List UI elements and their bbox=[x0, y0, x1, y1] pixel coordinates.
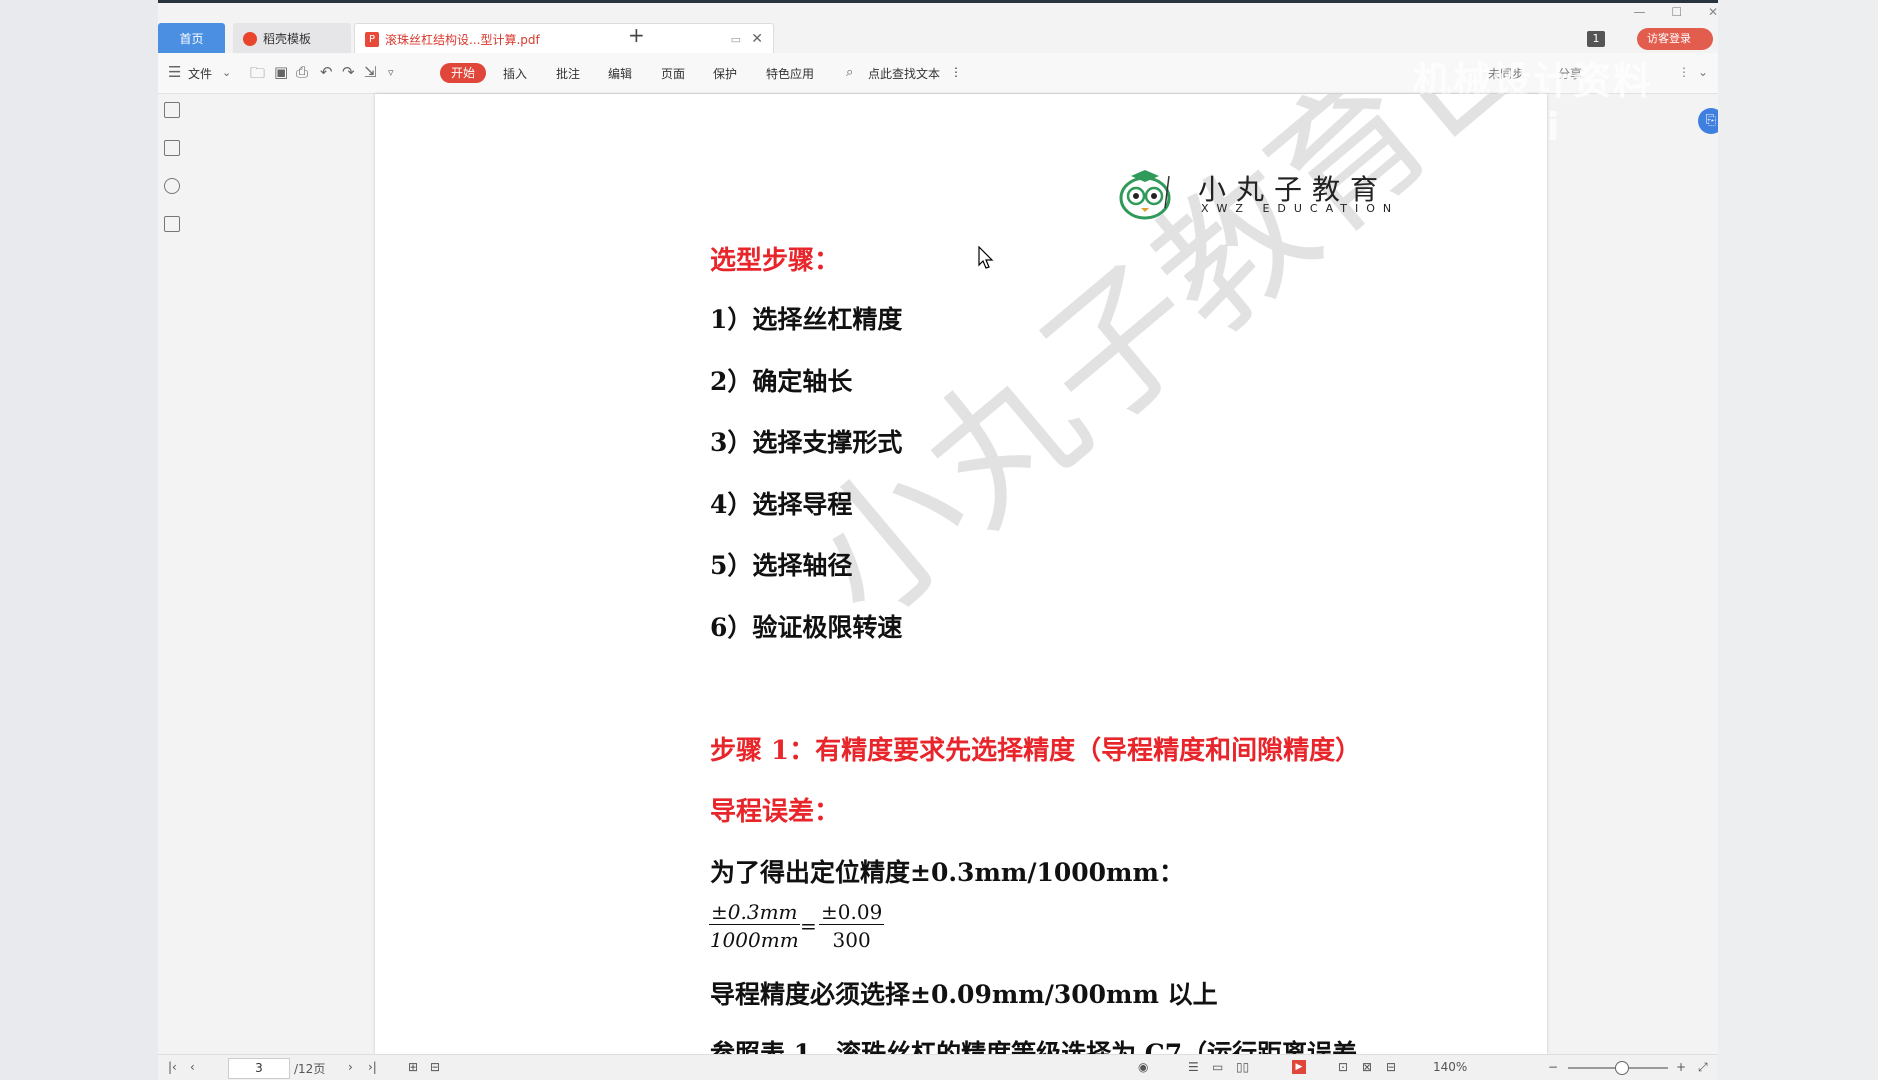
fraction-left-denominator: 1000mm bbox=[709, 928, 799, 952]
left-sidebar bbox=[158, 94, 190, 1054]
search-input[interactable]: 点此查找文本 bbox=[868, 65, 940, 82]
zoom-out-icon[interactable]: − bbox=[1548, 1060, 1558, 1074]
print-icon[interactable]: ⎙ bbox=[296, 63, 308, 81]
step-item: 2）确定轴长 bbox=[710, 367, 853, 396]
backdrop-left bbox=[0, 0, 158, 1080]
tab-bar: 首页 稻壳模板 P 滚珠丝杠结构设...型计算.pdf ▭ ✕ + — ☐ ✕ … bbox=[158, 3, 1718, 54]
close-tab-icon[interactable]: ✕ bbox=[751, 31, 763, 47]
tab-protect[interactable]: 保护 bbox=[713, 65, 737, 82]
more-options-icon[interactable]: ⋮ bbox=[950, 65, 962, 79]
positioning-line: 为了得出定位精度±0.3mm/1000mm： bbox=[710, 858, 1184, 887]
last-page-icon[interactable]: ›| bbox=[368, 1060, 377, 1074]
fraction-left-numerator: ±0.3mm bbox=[709, 900, 800, 925]
undo-icon[interactable]: ↶ bbox=[320, 63, 333, 81]
thumbnail-icon[interactable] bbox=[164, 140, 180, 156]
pdf-icon: P bbox=[365, 31, 379, 47]
close-window-icon[interactable]: ✕ bbox=[1708, 5, 1718, 19]
chevron-down-icon[interactable]: ⌄ bbox=[222, 66, 231, 79]
tab-document-label: 滚珠丝杠结构设...型计算.pdf bbox=[385, 32, 540, 47]
fit-page-icon[interactable]: ⊠ bbox=[1362, 1060, 1372, 1074]
actual-size-icon[interactable]: ⊟ bbox=[1386, 1060, 1396, 1074]
document-page: 小丸子教育出品 小丸子教育 XWZ EDUCATION 选型步骤： 1）选择丝杠… bbox=[375, 94, 1547, 1054]
window-count-badge[interactable]: 1 bbox=[1587, 31, 1605, 47]
tab-special[interactable]: 特色应用 bbox=[766, 65, 814, 82]
search-icon[interactable]: ⌕ bbox=[846, 65, 853, 80]
export-icon[interactable]: ⇲ bbox=[364, 63, 377, 81]
status-bar: |‹ ‹ 3 /12页 › ›| ⊞ ⊟ ◉ ☰ ▭ ▯▯ ▶ ⊡ ⊠ ⊟ 14… bbox=[158, 1054, 1718, 1080]
single-page-icon[interactable]: ▭ bbox=[1212, 1060, 1223, 1074]
tab-edit[interactable]: 编辑 bbox=[608, 65, 632, 82]
docer-icon bbox=[243, 31, 257, 46]
open-folder-icon[interactable]: 🗀 bbox=[250, 63, 265, 88]
prev-page-icon[interactable]: ‹ bbox=[190, 1060, 195, 1074]
step-item: 1）选择丝杠精度 bbox=[710, 305, 903, 334]
maximize-icon[interactable]: ☐ bbox=[1671, 5, 1682, 19]
conclusion-line: 导程精度必须选择±0.09mm/300mm 以上 bbox=[710, 980, 1218, 1009]
continuous-view-icon[interactable]: ☰ bbox=[1188, 1060, 1199, 1074]
total-pages: /12页 bbox=[294, 1062, 326, 1076]
zoom-in-icon[interactable]: + bbox=[1676, 1060, 1686, 1074]
save-icon[interactable]: ▣ bbox=[274, 63, 288, 81]
step1-title: 步骤 1：有精度要求先选择精度（导程精度和间隙精度） bbox=[710, 736, 1362, 766]
new-tab-button[interactable]: + bbox=[628, 23, 645, 47]
logo-subtitle: XWZ EDUCATION bbox=[1201, 202, 1400, 215]
menu-icon[interactable]: ☰ bbox=[168, 63, 181, 81]
eye-protection-icon[interactable]: ◉ bbox=[1138, 1060, 1148, 1074]
dual-page-icon[interactable]: ▯▯ bbox=[1236, 1060, 1249, 1074]
next-page-icon[interactable]: › bbox=[348, 1060, 353, 1074]
step-item: 4）选择导程 bbox=[710, 490, 853, 519]
page-setup-icon[interactable]: ⊟ bbox=[430, 1060, 440, 1074]
step-item: 6）验证极限转速 bbox=[710, 613, 903, 642]
mouse-cursor-icon bbox=[978, 246, 994, 269]
play-icon[interactable]: ▶ bbox=[1292, 1060, 1306, 1074]
tab-page[interactable]: 页面 bbox=[661, 65, 685, 82]
first-page-icon[interactable]: |‹ bbox=[168, 1060, 177, 1074]
fraction-right-denominator: 300 bbox=[832, 928, 871, 952]
tab-start[interactable]: 开始 bbox=[440, 63, 486, 83]
page-number-input[interactable]: 3 bbox=[228, 1058, 290, 1079]
fraction-right-numerator: ±0.09 bbox=[819, 900, 885, 925]
step-item: 5）选择轴径 bbox=[710, 551, 853, 580]
insert-page-icon[interactable]: ⊞ bbox=[408, 1060, 418, 1074]
file-menu[interactable]: 文件 bbox=[188, 65, 212, 82]
tab-insert[interactable]: 插入 bbox=[503, 65, 527, 82]
fraction-left: ±0.3mm 1000mm bbox=[709, 900, 800, 952]
login-button[interactable]: 访客登录 bbox=[1637, 28, 1713, 50]
more-dropdown-icon[interactable]: ▿ bbox=[388, 66, 394, 79]
table-reference-line: 参照表 1，滚珠丝杠的精度等级选择为 C7（运行距离误差 bbox=[710, 1039, 1358, 1054]
window-controls: — ☐ ✕ bbox=[1612, 5, 1718, 19]
signature-icon[interactable] bbox=[164, 216, 180, 232]
annotation-icon[interactable] bbox=[164, 178, 180, 194]
lead-error-title: 导程误差： bbox=[710, 797, 841, 827]
tab-pin-icon[interactable]: ▭ bbox=[731, 33, 741, 46]
redo-icon[interactable]: ↷ bbox=[342, 63, 355, 81]
zoom-level[interactable]: 140% bbox=[1433, 1060, 1467, 1074]
fit-width-icon[interactable]: ⊡ bbox=[1338, 1060, 1348, 1074]
tab-document[interactable]: P 滚珠丝杠结构设...型计算.pdf ▭ ✕ bbox=[354, 23, 774, 54]
owl-logo-icon bbox=[1119, 170, 1171, 220]
steps-heading: 选型步骤： bbox=[710, 246, 841, 276]
minimize-icon[interactable]: — bbox=[1634, 5, 1646, 19]
tab-home[interactable]: 首页 bbox=[158, 23, 225, 54]
step-item: 3）选择支撑形式 bbox=[710, 428, 903, 457]
fraction-equals: = bbox=[800, 914, 817, 938]
fullscreen-icon[interactable]: ⤢ bbox=[1698, 1060, 1708, 1075]
outline-icon[interactable] bbox=[164, 102, 180, 118]
tab-annotate[interactable]: 批注 bbox=[556, 65, 580, 82]
tab-template[interactable]: 稻壳模板 bbox=[233, 23, 351, 54]
backdrop-right bbox=[1718, 0, 1878, 1080]
tab-template-label: 稻壳模板 bbox=[263, 32, 312, 46]
assistant-float-icon[interactable]: ⎘ bbox=[1698, 108, 1718, 134]
fraction-right: ±0.09 300 bbox=[819, 900, 885, 952]
zoom-slider-handle[interactable] bbox=[1615, 1061, 1629, 1075]
app-window: 首页 稻壳模板 P 滚珠丝杠结构设...型计算.pdf ▭ ✕ + — ☐ ✕ … bbox=[158, 0, 1718, 1080]
